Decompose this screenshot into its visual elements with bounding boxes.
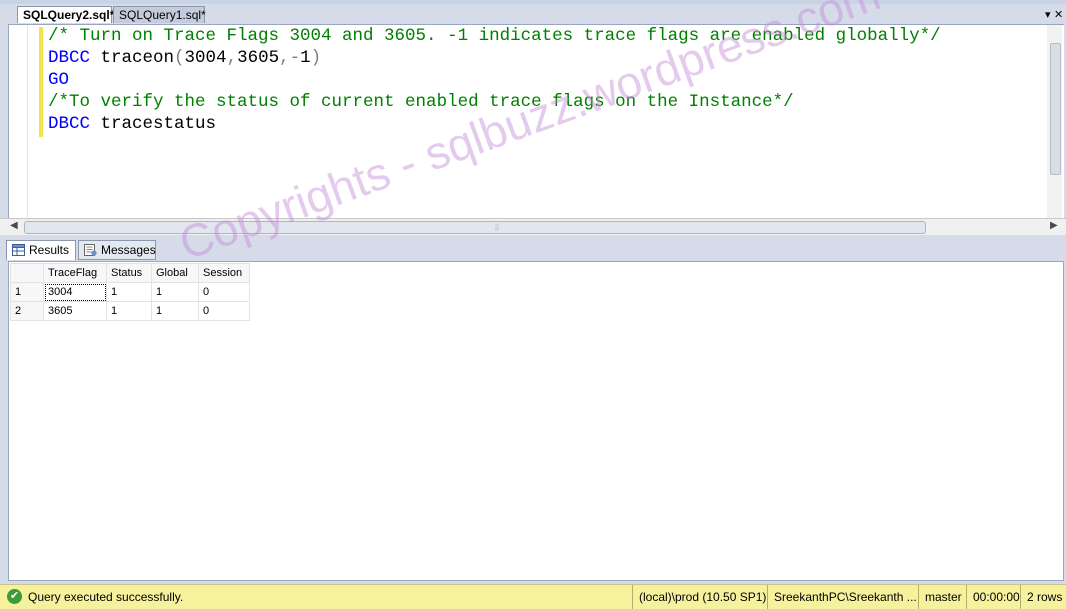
query-editor[interactable]: /* Turn on Trace Flags 3004 and 3605. -1… [8,24,1064,220]
tab-messages[interactable]: Messages [78,240,156,260]
code-token: , [226,48,238,68]
status-database: master [918,585,966,609]
status-user: SreekanthPC\Sreekanth ... [767,585,918,609]
results-grid[interactable]: TraceFlag Status Global Session 1 3004 1… [10,263,250,321]
code-token: tracestatus [100,114,217,134]
code-token: ) [310,48,322,68]
code-line[interactable]: DBCC traceon(3004,3605,-1) [48,47,941,69]
status-bar: ✔ Query executed successfully. (local)\p… [0,584,1066,609]
code-line[interactable]: /* Turn on Trace Flags 3004 and 3605. -1… [48,25,941,47]
code-line[interactable]: /*To verify the status of current enable… [48,91,941,113]
scroll-left-arrow-icon[interactable]: ◀ [10,220,18,231]
grid-header-row: TraceFlag Status Global Session [10,263,250,283]
code-token: GO [48,70,70,90]
grid-corner[interactable] [10,263,44,283]
code-token: /* Turn on Trace Flags 3004 and 3605. -1… [48,26,941,46]
cell-session[interactable]: 0 [198,282,250,302]
cell-session[interactable]: 0 [198,301,250,321]
tab-results[interactable]: Results [6,240,76,260]
code-token: 3605 [237,48,280,68]
tab-messages-label: Messages [101,243,156,257]
code-line[interactable]: GO [48,69,941,91]
grid-icon [12,244,25,256]
results-pane: TraceFlag Status Global Session 1 3004 1… [8,261,1064,581]
tab-bar-border [0,0,1066,4]
sql-code[interactable]: /* Turn on Trace Flags 3004 and 3605. -1… [48,25,941,135]
scroll-right-arrow-icon[interactable]: ▶ [1050,220,1058,231]
code-token: 1 [300,48,311,68]
results-tab-bar: Results Messages [0,237,1066,261]
cell-traceflag[interactable]: 3004 [43,282,107,302]
cell-global[interactable]: 1 [151,301,199,321]
row-number[interactable]: 1 [10,282,44,302]
tab-sqlquery2[interactable]: SQLQuery2.sql* [17,6,114,23]
close-tab-icon[interactable]: ✕ [1054,8,1063,22]
cell-status[interactable]: 1 [106,301,152,321]
editor-horizontal-scrollbar[interactable]: ◀ ⦙⦙ ▶ [0,218,1066,235]
cell-global[interactable]: 1 [151,282,199,302]
change-tracking-bar [39,27,43,137]
row-number[interactable]: 2 [10,301,44,321]
tab-results-label: Results [29,243,70,257]
success-check-icon: ✔ [7,589,22,604]
table-row[interactable]: 1 3004 1 1 0 [10,282,250,302]
editor-margin [27,25,28,220]
editor-vertical-scrollbar[interactable] [1047,25,1062,220]
scroll-grip-icon: ⦙⦙ [495,222,500,232]
horizontal-scroll-thumb[interactable]: ⦙⦙ [24,221,926,234]
status-elapsed: 00:00:00 [966,585,1020,609]
code-token: ( [174,48,185,68]
column-header-session[interactable]: Session [198,263,250,283]
code-token: /*To verify the status of current enable… [48,92,794,112]
cell-status[interactable]: 1 [106,282,152,302]
code-token: DBCC [48,48,101,68]
column-header-global[interactable]: Global [151,263,199,283]
status-rows: 2 rows [1020,585,1066,609]
code-token: traceon [100,48,175,68]
column-header-traceflag[interactable]: TraceFlag [43,263,107,283]
column-header-status[interactable]: Status [106,263,152,283]
code-token: 3004 [184,48,227,68]
cell-traceflag[interactable]: 3605 [43,301,107,321]
status-server: (local)\prod (10.50 SP1) [632,585,767,609]
tab-list-dropdown-icon[interactable]: ▾ [1045,8,1051,22]
vertical-scroll-thumb[interactable] [1050,43,1061,175]
messages-icon [84,244,97,256]
code-token: ,- [279,48,301,68]
table-row[interactable]: 2 3605 1 1 0 [10,301,250,321]
code-token: DBCC [48,114,101,134]
code-line[interactable]: DBCC tracestatus [48,113,941,135]
status-message: Query executed successfully. [28,590,184,604]
tab-sqlquery1[interactable]: SQLQuery1.sql* [113,6,206,23]
document-tab-bar: SQLQuery2.sql* SQLQuery1.sql* ▾ ✕ [0,0,1066,24]
